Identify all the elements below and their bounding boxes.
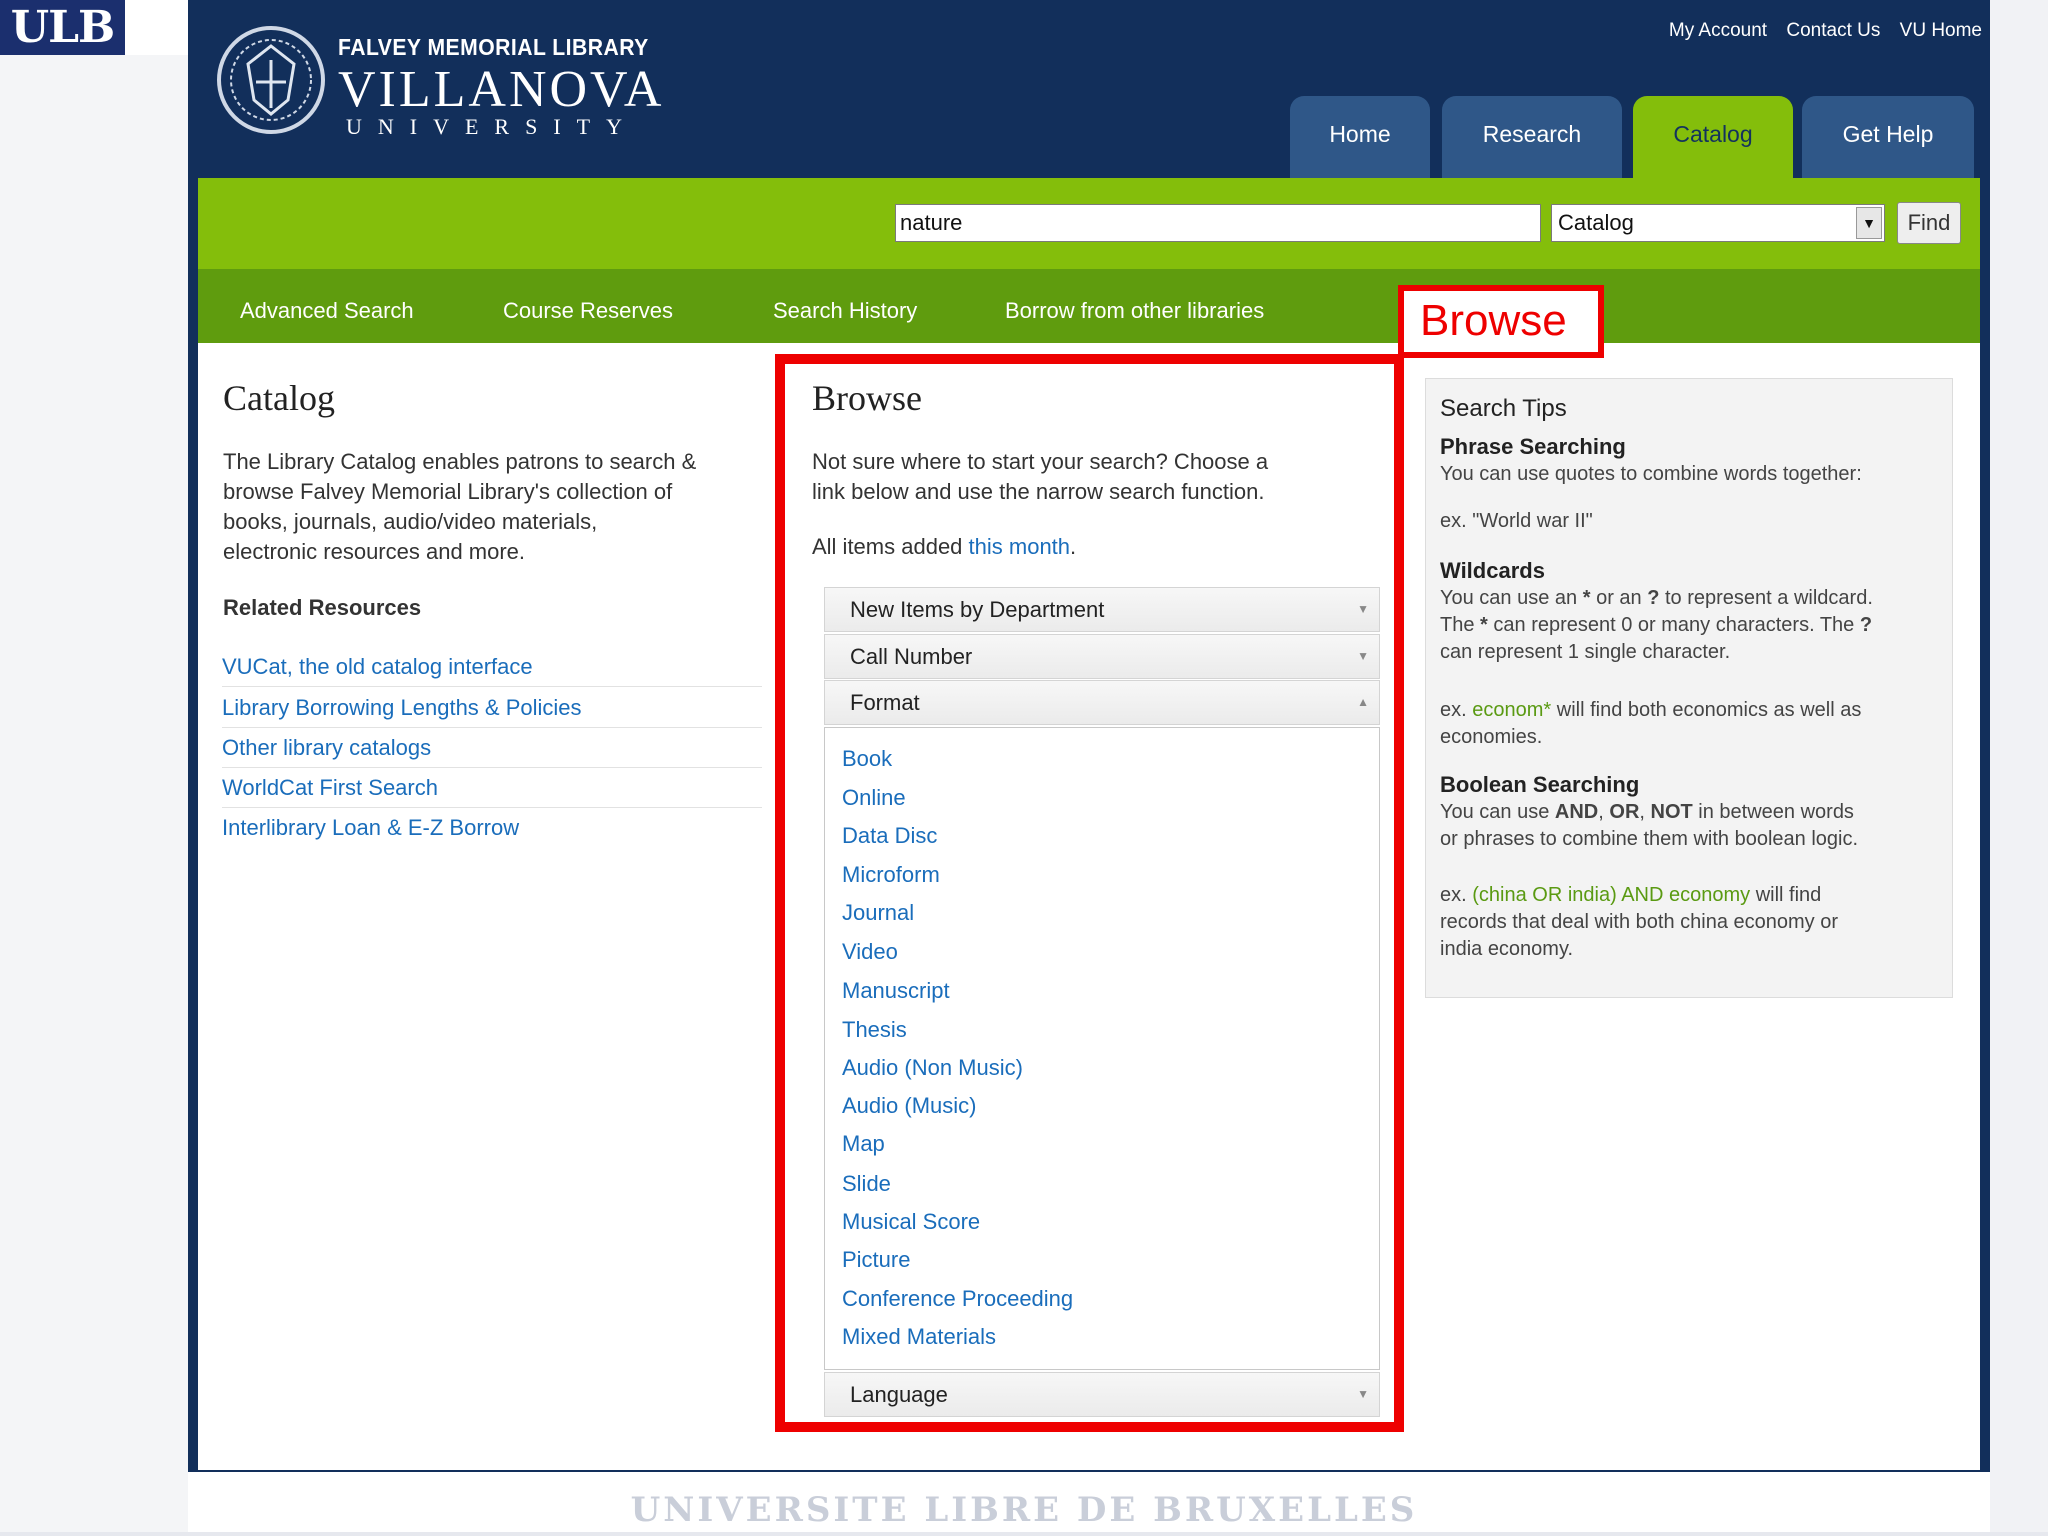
boolean-example: ex. (china OR india) AND economy will fi… [1440, 882, 1950, 963]
catalog-description: The Library Catalog enables patrons to s… [223, 447, 783, 567]
advanced-search-link[interactable]: Advanced Search [240, 269, 414, 353]
sub-navigation: Advanced Search Course Reserves Search H… [198, 269, 1980, 343]
contact-us-link[interactable]: Contact Us [1786, 20, 1880, 41]
boolean-text: You can use AND, OR, NOT in between word… [1440, 799, 1950, 853]
tab-home[interactable]: Home [1290, 96, 1430, 178]
search-tips-title: Search Tips [1440, 395, 1567, 422]
related-link-vucat[interactable]: VUCat, the old catalog interface [222, 647, 762, 687]
my-account-link[interactable]: My Account [1669, 20, 1767, 41]
text: or phrases to combine them with boolean … [1440, 828, 1859, 850]
text: ex. [1440, 699, 1473, 721]
slide-left-margin [0, 55, 188, 1536]
text: The [1440, 614, 1481, 636]
text: in between words [1692, 801, 1854, 823]
borrow-other-libraries-link[interactable]: Borrow from other libraries [1005, 269, 1264, 353]
chevron-down-icon[interactable]: ▼ [1856, 207, 1882, 239]
search-scope-value: Catalog [1558, 210, 1634, 235]
text: or an [1590, 587, 1648, 609]
text: economies. [1440, 726, 1543, 748]
text: to represent a wildcard. [1659, 587, 1873, 609]
wildcards-example: ex. econom* will find both economics as … [1440, 697, 1950, 751]
related-link-borrowing-policies[interactable]: Library Borrowing Lengths & Policies [222, 688, 762, 728]
phrase-searching-heading: Phrase Searching [1440, 434, 1626, 459]
university-seal-icon [217, 26, 325, 134]
university-subtitle: UNIVERSITY [346, 114, 638, 139]
example-term: (china OR india) AND economy [1472, 884, 1751, 906]
phrase-example: ex. "World war II" [1440, 510, 1593, 532]
text: records that deal with both china econom… [1440, 911, 1838, 933]
phrase-searching-text: You can use quotes to combine words toge… [1440, 463, 1862, 485]
vu-home-link[interactable]: VU Home [1900, 20, 1982, 41]
site-header: FALVEY MEMORIAL LIBRARY VILLANOVA UNIVER… [188, 0, 1990, 178]
library-name: FALVEY MEMORIAL LIBRARY [338, 34, 649, 60]
wildcards-text: You can use an * or an ? to represent a … [1440, 585, 1950, 666]
related-link-worldcat[interactable]: WorldCat First Search [222, 768, 762, 808]
and-keyword: AND [1554, 801, 1599, 823]
search-bar: Catalog ▼ Find [198, 178, 1980, 269]
tab-get-help[interactable]: Get Help [1802, 96, 1974, 178]
related-link-interlibrary-loan[interactable]: Interlibrary Loan & E-Z Borrow [222, 808, 762, 848]
tab-catalog[interactable]: Catalog [1633, 96, 1793, 178]
or-keyword: OR [1609, 801, 1640, 823]
not-keyword: NOT [1650, 801, 1693, 823]
find-button[interactable]: Find [1897, 202, 1961, 244]
ulb-logo: ULB [0, 0, 125, 55]
related-link-other-catalogs[interactable]: Other library catalogs [222, 728, 762, 768]
question: ? [1647, 587, 1660, 609]
description-line: The Library Catalog enables patrons to s… [223, 449, 697, 474]
description-line: electronic resources and more. [223, 539, 526, 564]
text: can represent 0 or many characters. The [1487, 614, 1860, 636]
annotation-highlight-box [775, 354, 1404, 1432]
search-input[interactable] [895, 204, 1541, 242]
text: can represent 1 single character. [1440, 641, 1731, 663]
text: , [1639, 801, 1651, 823]
text: ex. [1440, 884, 1473, 906]
text: will find both economics as well as [1551, 699, 1862, 721]
search-history-link[interactable]: Search History [773, 269, 917, 353]
example-term: econom* [1472, 699, 1552, 721]
star: * [1480, 614, 1488, 636]
text: , [1598, 801, 1610, 823]
slide-right-margin [1990, 0, 2048, 1536]
catalog-heading: Catalog [223, 378, 335, 418]
annotation-label: Browse [1398, 285, 1604, 358]
tab-research[interactable]: Research [1442, 96, 1622, 178]
course-reserves-link[interactable]: Course Reserves [503, 269, 673, 353]
search-scope-select[interactable]: Catalog ▼ [1551, 204, 1885, 242]
university-name: VILLANOVA [338, 61, 665, 118]
description-line: books, journals, audio/video materials, [223, 509, 598, 534]
wildcards-heading: Wildcards [1440, 558, 1545, 583]
text: will find [1750, 884, 1822, 906]
boolean-searching-heading: Boolean Searching [1440, 772, 1640, 797]
text: india economy. [1440, 938, 1574, 960]
slide-footer: UNIVERSITE LIBRE DE BRUXELLES [630, 1490, 1418, 1530]
star: * [1582, 587, 1591, 609]
slide-bottom-line [0, 1532, 2048, 1536]
question: ? [1859, 614, 1873, 636]
description-line: browse Falvey Memorial Library's collect… [223, 479, 673, 504]
related-resources-heading: Related Resources [223, 595, 422, 620]
utility-links: My Account Contact Us VU Home [1655, 20, 1982, 42]
text: You can use an [1440, 587, 1583, 609]
text: You can use [1440, 801, 1555, 823]
search-tips-panel: Search Tips Phrase Searching You can use… [1425, 378, 1953, 998]
